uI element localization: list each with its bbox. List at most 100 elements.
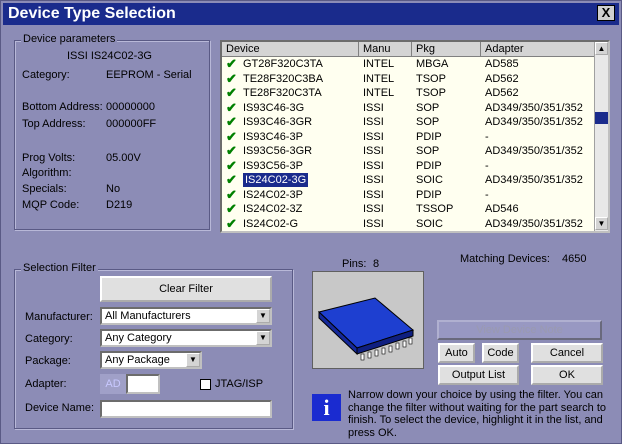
- manu-cell: ISSI: [363, 116, 384, 128]
- device-list[interactable]: Device Manu Pkg Adapter ✔ GT28F320C3TA INT…: [220, 40, 610, 233]
- device-row[interactable]: ✔ TE28F320C3TA INTEL TSOP AD562: [222, 86, 596, 101]
- close-button[interactable]: X: [597, 5, 615, 21]
- device-row[interactable]: ✔ TE28F320C3BA INTEL TSOP AD562: [222, 70, 596, 87]
- pkg-cell: TSSOP: [416, 203, 454, 215]
- device-cell: IS93C56-3GR: [243, 145, 313, 157]
- category-filter-label: Category:: [25, 333, 73, 345]
- category-label: Category:: [22, 69, 70, 81]
- device-cell: IS24C02-3P: [243, 188, 303, 201]
- checkmark-icon: ✔: [226, 201, 237, 216]
- device-name-input[interactable]: [100, 400, 272, 418]
- adapter-cell: AD349/350/351/352: [485, 217, 583, 230]
- chevron-down-icon[interactable]: ▼: [186, 353, 200, 367]
- chevron-down-icon[interactable]: ▼: [256, 309, 270, 323]
- pkg-cell: SOP: [416, 101, 440, 114]
- device-row[interactable]: ✔ IS24C02-G ISSI SOIC AD349/350/351/352: [222, 216, 596, 232]
- manu-cell: INTEL: [363, 87, 395, 99]
- pins-value: 8: [373, 258, 380, 270]
- device-row[interactable]: ✔ IS93C46-3GR ISSI SOP AD349/350/351/352: [222, 115, 596, 130]
- device-cell: IS93C46-3GR: [243, 116, 313, 128]
- package-preview: [312, 271, 424, 369]
- auto-button[interactable]: Auto: [438, 343, 475, 363]
- manu-cell: ISSI: [363, 159, 384, 172]
- pkg-cell: PDIP: [416, 188, 442, 201]
- device-row[interactable]: ✔ IS93C56-3GR ISSI SOP AD349/350/351/352: [222, 144, 596, 159]
- checkmark-icon: ✔: [226, 172, 237, 187]
- code-button[interactable]: Code: [482, 343, 519, 363]
- dialog-window: Device Type Selection X Device parameter…: [0, 0, 622, 444]
- pins-label: Pins:: [342, 258, 367, 270]
- device-cell: GT28F320C3TA: [243, 58, 323, 70]
- jtag-isp-checkbox[interactable]: [200, 379, 211, 390]
- checkmark-icon: ✔: [226, 186, 237, 202]
- checkmark-icon: ✔: [226, 85, 237, 100]
- column-header-pkg[interactable]: Pkg: [412, 42, 481, 57]
- device-cell: TE28F320C3TA: [243, 87, 322, 99]
- device-row[interactable]: ✔ IS93C46-3P ISSI PDIP -: [222, 129, 596, 145]
- adapter-input[interactable]: [126, 374, 160, 394]
- device-name-label: Device Name:: [25, 402, 95, 414]
- manu-cell: ISSI: [363, 101, 384, 114]
- manufacturer-select-value: All Manufacturers: [105, 310, 191, 322]
- pkg-cell: TSOP: [416, 87, 446, 99]
- list-rows: ✔ GT28F320C3TA INTEL MBGA AD585 ✔ TE28F320C3BA…: [222, 57, 596, 232]
- manu-cell: ISSI: [363, 203, 384, 215]
- output-list-button[interactable]: Output List: [438, 365, 519, 385]
- checkmark-icon: ✔: [226, 56, 237, 71]
- chevron-down-icon[interactable]: ▼: [256, 331, 270, 345]
- checkmark-icon: ✔: [226, 70, 237, 86]
- matching-devices-value: 4650: [562, 253, 587, 265]
- scroll-down-icon[interactable]: ▼: [595, 217, 608, 230]
- adapter-cell: AD562: [485, 72, 519, 85]
- adapter-cell: AD562: [485, 87, 519, 99]
- adapter-cell: AD546: [485, 203, 519, 215]
- adapter-cell: -: [485, 188, 489, 201]
- device-row[interactable]: ✔ IS24C02-3G ISSI SOIC AD349/350/351/352: [222, 173, 596, 188]
- manu-cell: ISSI: [363, 188, 384, 201]
- column-header-manu[interactable]: Manu: [359, 42, 412, 57]
- device-row[interactable]: ✔ IS24C02-P ISSI PDIP: [226, 231, 237, 232]
- clear-filter-button[interactable]: Clear Filter: [100, 276, 272, 302]
- device-cell: IS24C02-G: [243, 217, 299, 230]
- top-address-value: 000000FF: [106, 118, 157, 130]
- cancel-button[interactable]: Cancel: [531, 343, 603, 363]
- selected-device-name: ISSI IS24C02-3G: [67, 50, 152, 62]
- pkg-cell: SOIC: [416, 217, 443, 230]
- view-device-note-button[interactable]: View Device Note: [437, 320, 602, 340]
- checkmark-icon: ✔: [226, 99, 237, 115]
- pkg-cell: TSOP: [416, 72, 446, 85]
- device-cell: IS24C02-3Z: [243, 203, 303, 215]
- device-row[interactable]: ✔ IS24C02-3P ISSI PDIP -: [222, 186, 596, 203]
- manu-cell: INTEL: [363, 72, 395, 85]
- device-row[interactable]: ✔ IS24C02-3Z ISSI TSSOP AD546: [222, 202, 596, 217]
- adapter-label: Adapter:: [25, 378, 67, 390]
- list-scrollbar[interactable]: ▲ ▼: [594, 42, 608, 231]
- category-select[interactable]: Any Category ▼: [100, 329, 272, 347]
- device-cell: IS93C46-3G: [243, 101, 305, 114]
- adapter-prefix: AD: [100, 374, 126, 394]
- pkg-cell: MBGA: [416, 58, 449, 70]
- device-parameters-legend: Device parameters: [21, 33, 118, 45]
- manu-cell: ISSI: [363, 174, 384, 186]
- mqp-code-value: D219: [106, 199, 133, 211]
- column-header-device[interactable]: Device: [222, 42, 359, 57]
- adapter-cell: AD349/350/351/352: [485, 116, 583, 128]
- device-row[interactable]: ✔ IS93C56-3P ISSI PDIP -: [222, 158, 596, 174]
- bottom-address-label: Bottom Address:: [22, 101, 103, 113]
- manufacturer-label: Manufacturer:: [25, 311, 93, 323]
- pkg-cell: SOIC: [416, 174, 443, 186]
- device-row[interactable]: ✔ GT28F320C3TA INTEL MBGA AD585: [222, 57, 596, 72]
- scroll-thumb[interactable]: [595, 112, 608, 124]
- device-cell: TE28F320C3BA: [243, 72, 324, 85]
- device-row[interactable]: ✔ IS93C46-3G ISSI SOP AD349/350/351/352: [222, 99, 596, 116]
- pkg-cell: PDIP: [416, 130, 442, 143]
- checkmark-icon: ✔: [226, 114, 237, 129]
- manufacturer-select[interactable]: All Manufacturers ▼: [100, 307, 272, 325]
- package-select[interactable]: Any Package ▼: [100, 351, 202, 369]
- column-header-adapter[interactable]: Adapter: [481, 42, 596, 57]
- algorithm-label: Algorithm:: [22, 167, 72, 179]
- device-cell: IS24C02-3G: [243, 173, 309, 187]
- scroll-up-icon[interactable]: ▲: [595, 42, 608, 55]
- category-select-value: Any Category: [105, 332, 172, 344]
- ok-button[interactable]: OK: [531, 365, 603, 385]
